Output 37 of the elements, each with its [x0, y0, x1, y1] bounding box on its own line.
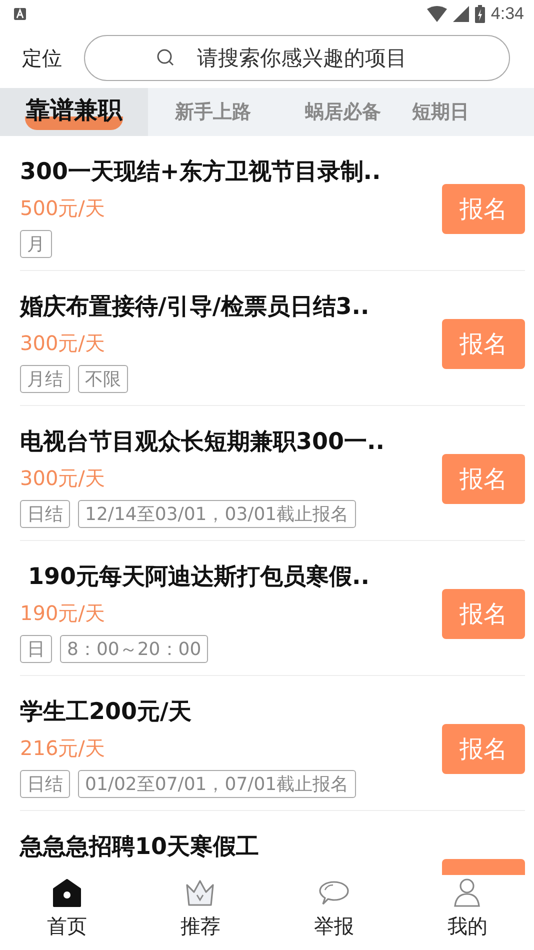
job-tag: 8：00～20：00 — [60, 635, 208, 663]
search-field[interactable]: 请搜索你感兴趣的项目 — [84, 35, 510, 81]
job-tag: 日结 — [20, 500, 70, 528]
job-tag: 日结 — [20, 770, 70, 798]
nav-tab[interactable]: 举报 — [267, 875, 400, 950]
job-pay: 216元/天 — [20, 735, 106, 762]
nav-tab[interactable]: 我的 — [400, 875, 534, 950]
job-tag: 不限 — [78, 365, 128, 393]
search-icon — [156, 48, 176, 68]
nav-tab[interactable]: 首页 — [0, 875, 134, 950]
status-time: 4:34 — [490, 4, 524, 24]
category-tab[interactable]: 靠谱兼职 — [0, 88, 148, 136]
job-title[interactable]: 300一天现结+东方卫视节目录制.. — [20, 156, 442, 187]
job-title[interactable]: 电视台节目观众长短期兼职300一.. — [20, 426, 442, 457]
job-pay: 300元/天 — [20, 330, 106, 357]
job-tag: 01/02至07/01，07/01截止报名 — [78, 770, 356, 798]
battery-icon — [474, 5, 485, 23]
job-tag: 月 — [20, 230, 52, 258]
job-title[interactable]: 急急急招聘10天寒假工 — [20, 831, 442, 862]
wifi-icon — [426, 6, 447, 22]
job-tag: 12/14至03/01，03/01截止报名 — [78, 500, 356, 528]
job-title[interactable]: 190元每天阿迪达斯打包员寒假.. — [20, 561, 442, 592]
person-icon — [452, 877, 482, 907]
notification-icon — [14, 8, 26, 20]
job-title[interactable]: 婚庆布置接待/引导/检票员日结3.. — [20, 291, 442, 322]
job-pay: 300元/天 — [20, 465, 106, 492]
location-button[interactable]: 定位 — [22, 44, 62, 72]
job-title[interactable]: 学生工200元/天 — [20, 696, 442, 727]
crown-icon — [184, 879, 216, 907]
job-tag: 日 — [20, 635, 52, 663]
chat-icon — [318, 879, 350, 907]
nav-tab[interactable]: 推荐 — [134, 875, 267, 950]
home-icon — [52, 879, 82, 907]
job-tag: 月结 — [20, 365, 70, 393]
signal-icon — [452, 6, 469, 22]
job-pay: 500元/天 — [20, 195, 106, 222]
job-pay: 190元/天 — [20, 600, 106, 627]
